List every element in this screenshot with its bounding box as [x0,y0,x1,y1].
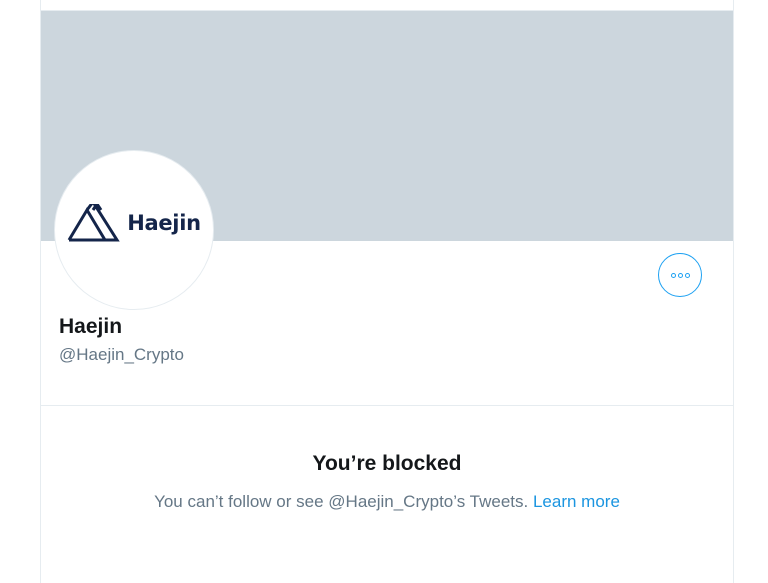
blocked-title: You’re blocked [312,452,462,475]
more-options-button[interactable] [658,253,702,297]
profile-handle: @Haejin_Crypto [59,345,184,364]
avatar-logo: Haejin [67,204,201,242]
more-horizontal-icon [670,272,676,278]
profile-column: Haejin Haejin @Haejin_Crypto You’re bloc… [40,0,734,583]
more-horizontal-icon-dot-2 [677,272,683,278]
profile-display-name: Haejin [59,315,123,338]
learn-more-link[interactable]: Learn more [533,492,620,511]
avatar-logo-text: Haejin [127,211,201,235]
avatar[interactable]: Haejin [55,151,213,309]
blocked-message: You can’t follow or see @Haejin_Crypto’s… [154,492,529,511]
more-horizontal-icon-dot-3 [684,272,690,278]
blocked-message-line: You can’t follow or see @Haejin_Crypto’s… [41,492,733,512]
mountain-logo-icon [67,204,120,242]
divider [41,405,733,406]
top-strip [41,0,733,11]
